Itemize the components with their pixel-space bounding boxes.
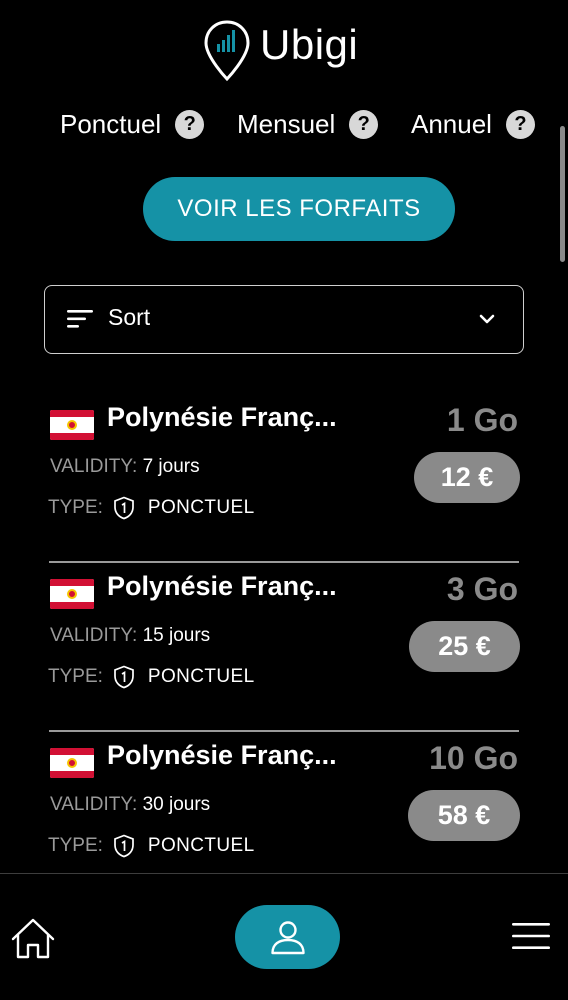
validity-value: 30 jours [142, 794, 211, 815]
bottom-navigation [0, 873, 568, 1000]
shield-icon [114, 665, 134, 689]
plan-validity: VALIDITY: 15 jours [50, 625, 210, 647]
plan-card[interactable]: Polynésie Franç... 1 Go VALIDITY: 7 jour… [48, 400, 520, 563]
menu-icon[interactable] [512, 921, 550, 951]
plan-type: TYPE: PONCTUEL [48, 496, 255, 520]
plan-validity: VALIDITY: 30 jours [50, 794, 210, 816]
app-header: Ubigi [0, 20, 568, 84]
plan-type-tabs: Ponctuel ? Mensuel ? Annuel ? [0, 106, 568, 142]
help-icon[interactable]: ? [505, 109, 535, 139]
plan-price-button[interactable]: 58 € [408, 790, 520, 841]
help-icon[interactable]: ? [349, 109, 379, 139]
user-icon [270, 921, 305, 955]
divider [49, 730, 519, 732]
plan-data-amount: 3 Go [446, 571, 518, 607]
help-icon[interactable]: ? [175, 109, 205, 139]
french-polynesia-flag-icon [50, 579, 94, 609]
validity-label: VALIDITY: [50, 456, 138, 477]
plan-card[interactable]: Polynésie Franç... 3 Go VALIDITY: 15 jou… [48, 569, 520, 732]
shield-icon [114, 834, 134, 858]
validity-label: VALIDITY: [50, 625, 138, 646]
sort-label: Sort [108, 304, 151, 330]
view-plans-button[interactable]: VOIR LES FORFAITS [143, 177, 455, 241]
chevron-down-icon [479, 314, 495, 324]
sort-dropdown[interactable]: Sort [44, 285, 524, 354]
type-label: TYPE: [48, 835, 103, 856]
plan-type: TYPE: PONCTUEL [48, 834, 255, 858]
french-polynesia-flag-icon [50, 748, 94, 778]
plan-data-amount: 10 Go [429, 740, 518, 776]
type-label: TYPE: [48, 666, 103, 687]
french-polynesia-flag-icon [50, 410, 94, 440]
plan-card[interactable]: Polynésie Franç... 10 Go VALIDITY: 30 jo… [48, 738, 520, 888]
shield-icon [114, 496, 134, 520]
type-value: PONCTUEL [147, 497, 255, 518]
plan-data-amount: 1 Go [446, 402, 518, 438]
home-icon[interactable] [10, 917, 56, 959]
validity-value: 15 jours [142, 625, 211, 646]
plan-price-button[interactable]: 12 € [414, 452, 520, 503]
profile-button[interactable] [235, 905, 340, 969]
validity-label: VALIDITY: [50, 794, 138, 815]
plan-type-mensuel[interactable]: Mensuel ? [237, 106, 379, 142]
plan-type-label: Ponctuel [60, 108, 162, 139]
validity-value: 7 jours [142, 456, 200, 477]
scrollbar[interactable] [560, 126, 565, 262]
plan-type-annuel[interactable]: Annuel ? [411, 106, 535, 142]
plan-validity: VALIDITY: 7 jours [50, 456, 200, 478]
type-value: PONCTUEL [147, 835, 255, 856]
ubigi-logo: Ubigi [204, 20, 358, 82]
plan-country: Polynésie Franç... [107, 740, 337, 770]
plan-type-label: Mensuel [237, 108, 336, 139]
type-label: TYPE: [48, 497, 103, 518]
brand-name: Ubigi [260, 21, 359, 68]
plan-country: Polynésie Franç... [107, 402, 337, 432]
type-value: PONCTUEL [147, 666, 255, 687]
plan-type-ponctuel[interactable]: Ponctuel ? [60, 106, 205, 142]
sort-icon [67, 310, 93, 328]
location-pin-logo-icon [204, 20, 250, 82]
plan-type-label: Annuel [411, 108, 492, 139]
plan-price-button[interactable]: 25 € [409, 621, 520, 672]
divider [49, 561, 519, 563]
plan-country: Polynésie Franç... [107, 571, 337, 601]
plan-type: TYPE: PONCTUEL [48, 665, 255, 689]
